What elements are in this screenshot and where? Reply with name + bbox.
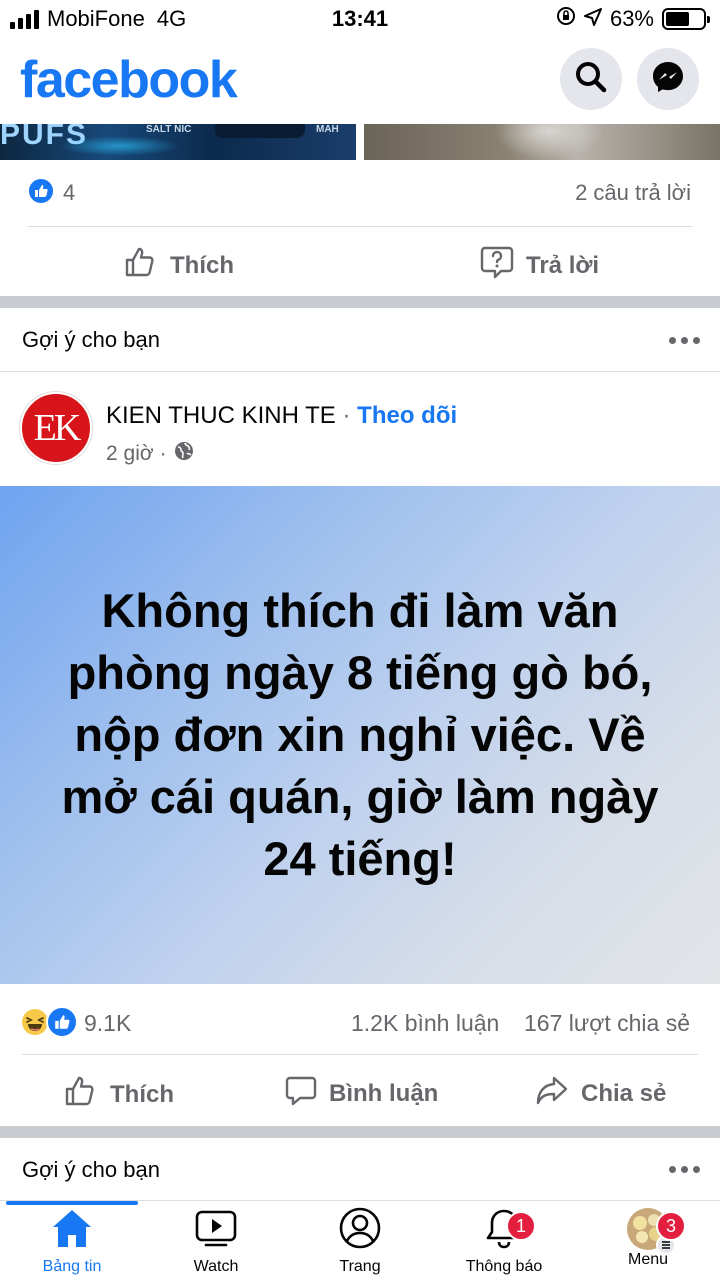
image-text-mah: MAH bbox=[316, 124, 339, 135]
reply-label: Trả lời bbox=[526, 251, 600, 279]
product-image-left[interactable]: PUFS SALT NIC MAH bbox=[0, 124, 356, 160]
comment-icon bbox=[285, 1074, 317, 1113]
page-name[interactable]: KIEN THUC KINH TE bbox=[106, 402, 336, 429]
orientation-lock-icon bbox=[556, 6, 576, 32]
reaction-summary: 9.1K 1.2K bình luận 167 lượt chia sẻ bbox=[0, 1000, 720, 1044]
post-author-line: KIEN THUC KINH TE · Theo dõi bbox=[106, 402, 457, 430]
divider bbox=[0, 371, 720, 372]
post-meta: 2 giờ · bbox=[106, 440, 195, 468]
watch-icon bbox=[194, 1207, 238, 1254]
suggestion-title: Gợi ý cho bạn bbox=[22, 327, 160, 352]
status-bar: MobiFone 4G 13:41 63% bbox=[0, 0, 720, 38]
reply-button[interactable]: Trả lời bbox=[480, 245, 599, 286]
home-icon bbox=[50, 1207, 94, 1254]
divider bbox=[28, 226, 692, 227]
previous-post-stats: 4 2 câu trả lời bbox=[0, 160, 720, 226]
tab-pages[interactable]: Trang bbox=[288, 1207, 432, 1280]
image-text-salt: SALT NIC bbox=[146, 124, 192, 135]
more-options-icon[interactable] bbox=[669, 1166, 700, 1173]
share-button[interactable]: Chia sẻ bbox=[535, 1074, 666, 1113]
thumbs-up-icon bbox=[64, 1074, 98, 1115]
tab-label: Trang bbox=[339, 1258, 381, 1275]
messenger-button[interactable] bbox=[637, 48, 699, 110]
like-reaction-icon bbox=[27, 177, 55, 205]
meta-separator: · bbox=[159, 442, 167, 465]
tab-label: Bảng tin bbox=[42, 1258, 102, 1275]
feed-separator bbox=[0, 296, 720, 308]
divider bbox=[22, 1054, 698, 1055]
pages-icon bbox=[338, 1207, 382, 1254]
bottom-tab-bar: Bảng tin Watch Trang Thông báo 1 Menu 3 bbox=[0, 1200, 720, 1280]
product-image-right[interactable] bbox=[364, 124, 720, 160]
tab-news-feed[interactable]: Bảng tin bbox=[0, 1207, 144, 1280]
like-reaction-icon bbox=[46, 1006, 78, 1038]
follow-button[interactable]: Theo dõi bbox=[357, 402, 457, 429]
page-avatar[interactable]: EK bbox=[20, 392, 92, 464]
share-label: Chia sẻ bbox=[581, 1079, 667, 1107]
like-count[interactable]: 4 bbox=[63, 180, 75, 206]
post-time[interactable]: 2 giờ bbox=[106, 442, 154, 466]
notification-badge: 1 bbox=[506, 1211, 536, 1241]
tab-menu[interactable]: Menu 3 bbox=[576, 1207, 720, 1280]
battery-icon bbox=[662, 8, 710, 30]
tab-label: Thông báo bbox=[465, 1258, 543, 1275]
reply-count[interactable]: 2 câu trả lời bbox=[575, 180, 691, 206]
share-arrow-icon bbox=[535, 1074, 569, 1113]
post-text: Không thích đi làm văn phòng ngày 8 tiến… bbox=[61, 584, 659, 885]
status-right: 63% bbox=[556, 6, 710, 32]
menu-badge: 3 bbox=[656, 1211, 686, 1241]
facebook-logo[interactable]: facebook bbox=[20, 50, 238, 110]
like-button[interactable]: Thích bbox=[124, 245, 234, 286]
battery-percent: 63% bbox=[609, 6, 654, 31]
suggestion-title: Gợi ý cho bạn bbox=[22, 1157, 160, 1182]
post-text-background[interactable]: Không thích đi làm văn phòng ngày 8 tiến… bbox=[0, 486, 720, 984]
avatar-text: EK bbox=[33, 407, 82, 449]
comment-button[interactable]: Bình luận bbox=[285, 1074, 438, 1113]
question-comment-icon bbox=[480, 245, 514, 286]
post-like-button[interactable]: Thích bbox=[64, 1074, 174, 1115]
reaction-count[interactable]: 9.1K bbox=[84, 1010, 131, 1037]
messenger-icon bbox=[650, 59, 686, 100]
more-options-icon[interactable] bbox=[669, 337, 700, 344]
search-button[interactable] bbox=[560, 48, 622, 110]
tab-notifications[interactable]: Thông báo 1 bbox=[432, 1207, 576, 1280]
like-label: Thích bbox=[170, 251, 234, 279]
thumbs-up-icon bbox=[124, 245, 158, 286]
share-count[interactable]: 167 lượt chia sẻ bbox=[524, 1010, 690, 1037]
comment-label: Bình luận bbox=[329, 1079, 439, 1107]
author-separator: · bbox=[342, 402, 351, 429]
globe-icon bbox=[173, 440, 195, 468]
tab-watch[interactable]: Watch bbox=[144, 1207, 288, 1280]
app-header: facebook bbox=[0, 38, 720, 124]
like-label: Thích bbox=[110, 1080, 174, 1108]
feed-separator bbox=[0, 1126, 720, 1138]
battery-level bbox=[666, 12, 689, 26]
previous-post-images[interactable]: PUFS SALT NIC MAH bbox=[0, 124, 720, 160]
active-tab-indicator bbox=[6, 1201, 138, 1205]
comment-count[interactable]: 1.2K bình luận bbox=[351, 1010, 499, 1037]
search-icon bbox=[574, 60, 608, 99]
tab-label: Watch bbox=[193, 1258, 239, 1275]
location-icon bbox=[583, 6, 602, 32]
